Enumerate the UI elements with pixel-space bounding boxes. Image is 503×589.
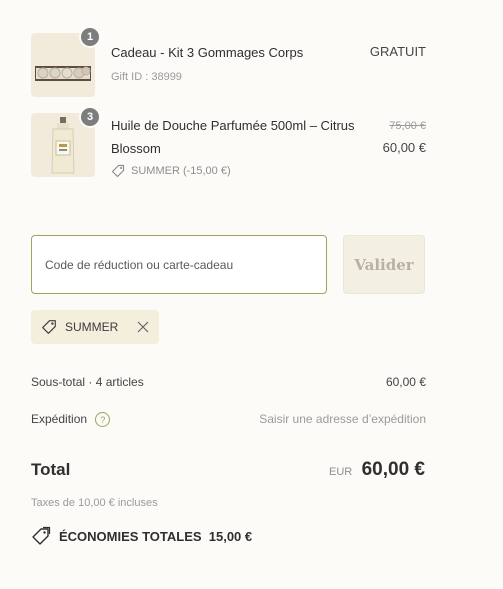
shipping-label: Expédition xyxy=(31,412,88,426)
item-title: Cadeau - Kit 3 Gommages Corps xyxy=(111,45,304,60)
taxes-note: Taxes de 10,00 € incluses xyxy=(31,497,158,509)
total-currency: EUR xyxy=(329,466,353,478)
tag-icon xyxy=(111,164,125,178)
shipping-row: Expédition ? Saisir une adresse d’expédi… xyxy=(31,412,426,428)
apply-discount-button[interactable]: Valider xyxy=(343,235,425,294)
savings-label: ÉCONOMIES TOTALES 15,00 € xyxy=(59,528,253,544)
item-original-price: 75,00 € xyxy=(389,120,426,132)
quantity-badge: 1 xyxy=(79,26,101,48)
subtotal-value: 60,00 € xyxy=(385,375,426,389)
applied-discount-tag: SUMMER xyxy=(31,310,159,344)
line-item-gift-kit: 1 Cadeau - Kit 3 Gommages Corps Gift ID … xyxy=(31,26,426,99)
discount-label: SUMMER (-15,00 €) xyxy=(131,165,231,177)
subtotal-label: Sous-total · 4 articles xyxy=(31,375,144,389)
remove-discount-button[interactable] xyxy=(137,321,149,333)
close-icon xyxy=(137,321,149,333)
subtotal-row: Sous-total · 4 articles 60,00 € xyxy=(31,375,426,389)
item-title-continued: Blossom xyxy=(111,141,161,156)
discount-code-input[interactable] xyxy=(31,235,327,294)
item-discount: SUMMER (-15,00 €) xyxy=(111,164,231,178)
item-price: 60,00 € xyxy=(382,140,426,155)
total-amount: 60,00 € xyxy=(361,459,425,480)
total-label: Total xyxy=(31,460,71,479)
line-item-shower-oil: 3 Huile de Douche Parfumée 500ml – Citru… xyxy=(31,106,426,183)
help-icon[interactable]: ? xyxy=(95,412,111,428)
item-price: GRATUIT xyxy=(369,44,426,59)
gift-id: Gift ID : 38999 xyxy=(111,71,182,83)
total-savings: ÉCONOMIES TOTALES 15,00 € xyxy=(31,526,252,546)
quantity-badge: 3 xyxy=(79,106,101,128)
order-summary: 1 Cadeau - Kit 3 Gommages Corps Gift ID … xyxy=(0,0,503,589)
applied-code-label: SUMMER xyxy=(65,320,119,334)
item-title: Huile de Douche Parfumée 500ml – Citrus xyxy=(111,118,355,133)
double-tag-icon xyxy=(32,526,51,545)
tag-icon xyxy=(42,320,56,334)
shipping-value: Saisir une adresse d’expédition xyxy=(259,412,426,426)
